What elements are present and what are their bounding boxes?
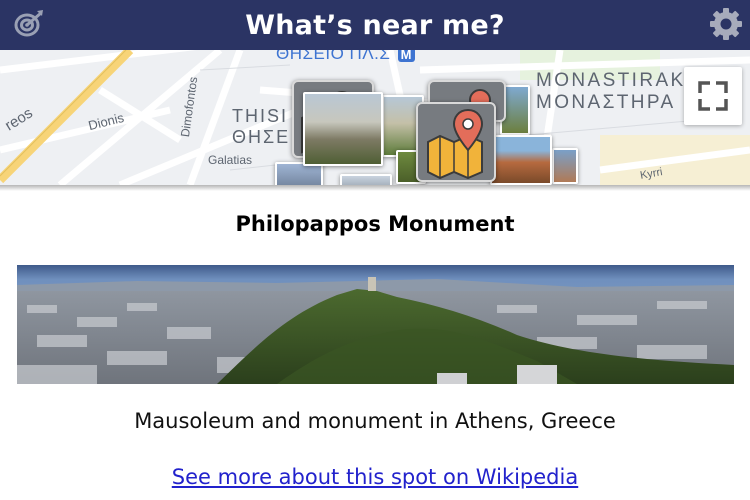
map-label-monastiraki-greek: ΜΟΝΑΣΤΗΡΑ: [536, 92, 676, 113]
map-label-metro: ΘΗΣΕΙΟ ΠΛ.Σ M: [276, 50, 415, 64]
photo-marker[interactable]: [340, 174, 392, 185]
map-divider: [0, 185, 750, 191]
photo-marker[interactable]: [552, 148, 578, 184]
target-dart-icon[interactable]: [12, 8, 46, 40]
place-description: Mausoleum and monument in Athens, Greece: [134, 409, 616, 433]
gear-icon[interactable]: [708, 6, 744, 42]
wikipedia-link-container: See more about this spot on Wikipedia: [0, 465, 750, 489]
metro-badge: M: [397, 50, 415, 62]
app-title: What’s near me?: [245, 9, 505, 41]
map-pin-cluster[interactable]: [416, 102, 496, 182]
place-title: Philopappos Monument: [235, 212, 515, 236]
fullscreen-icon: [698, 81, 728, 111]
map-label-thisio-latin: THISI: [232, 106, 289, 126]
fullscreen-button[interactable]: [684, 67, 742, 125]
map-view[interactable]: ΘΗΣΕΙΟ ΠΛ.Σ M ΜΟΝΑSTIRAK ΜΟΝΑΣΤΗΡΑ THISI…: [0, 50, 750, 185]
wikipedia-link[interactable]: See more about this spot on Wikipedia: [172, 465, 578, 489]
map-pin-icon: [427, 108, 484, 180]
photo-marker[interactable]: [490, 135, 552, 185]
map-label-thisio-greek: ΘΗΣΕ: [232, 127, 291, 147]
app-header: What’s near me?: [0, 0, 750, 50]
photo-marker[interactable]: [303, 92, 383, 166]
map-label-monastiraki-latin: ΜΟΝΑSTIRAK: [536, 70, 686, 91]
place-photo: [17, 265, 734, 384]
map-label-street-galatias: Galatias: [208, 153, 253, 167]
